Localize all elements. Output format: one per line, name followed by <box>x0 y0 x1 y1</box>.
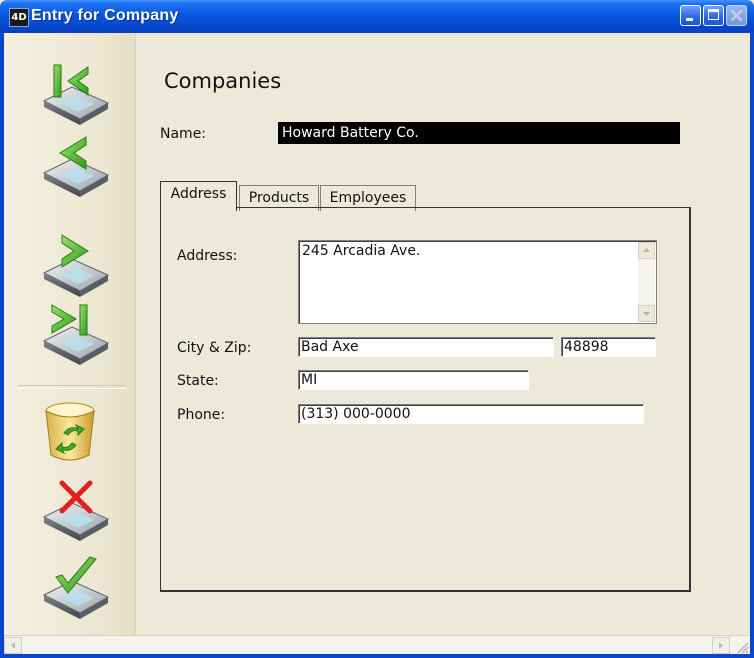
previous-record-icon <box>42 136 110 197</box>
horizontal-scrollbar[interactable] <box>4 635 750 655</box>
scroll-right-button[interactable] <box>712 637 730 654</box>
accept-check-icon <box>42 556 110 619</box>
scroll-right-icon <box>719 642 723 649</box>
window-title: Entry for Company <box>31 7 179 24</box>
name-field[interactable]: Howard Battery Co. <box>278 122 680 144</box>
city-field[interactable]: Bad Axe <box>298 337 554 357</box>
state-label: State: <box>177 373 219 389</box>
minimize-icon <box>686 18 693 21</box>
next-record-icon <box>42 234 110 297</box>
page-title: Companies <box>164 69 282 93</box>
cancel-x-icon <box>42 480 110 541</box>
phone-label: Phone: <box>177 407 226 423</box>
window-frame-right <box>750 33 754 658</box>
address-label: Address: <box>177 248 238 264</box>
close-button[interactable] <box>726 5 747 26</box>
maximize-button[interactable] <box>703 5 724 26</box>
last-record-button[interactable] <box>38 301 118 367</box>
next-record-button[interactable] <box>38 233 118 299</box>
title-bar[interactable]: 4D Entry for Company <box>0 0 754 33</box>
close-icon <box>730 9 743 22</box>
scroll-left-icon <box>11 642 15 649</box>
scroll-down-icon <box>643 312 650 316</box>
previous-record-button[interactable] <box>38 133 118 199</box>
last-record-icon <box>42 304 110 365</box>
zip-field[interactable]: 48898 <box>561 337 656 357</box>
delete-record-button[interactable] <box>38 399 118 465</box>
scroll-up-button[interactable] <box>638 242 655 259</box>
record-toolbar <box>4 33 136 635</box>
first-record-button[interactable] <box>38 61 118 127</box>
minimize-button[interactable] <box>680 5 701 26</box>
trash-refresh-icon <box>45 402 95 461</box>
toolbar-separator <box>18 385 126 389</box>
address-text: 245 Arcadia Ave. <box>302 243 421 259</box>
tab-address[interactable]: Address <box>160 181 237 211</box>
cancel-button[interactable] <box>38 477 118 543</box>
address-scrollbar[interactable] <box>638 242 655 322</box>
name-label: Name: <box>160 126 207 142</box>
resize-grip-icon[interactable] <box>732 637 750 655</box>
scroll-up-icon <box>643 248 650 252</box>
address-textarea[interactable]: 245 Arcadia Ave. <box>298 240 657 324</box>
app-icon: 4D <box>9 8 29 27</box>
city-zip-label: City & Zip: <box>177 340 252 356</box>
maximize-icon <box>708 9 719 20</box>
scroll-left-button[interactable] <box>4 637 22 654</box>
phone-field[interactable]: (313) 000-0000 <box>298 404 644 424</box>
first-record-icon <box>42 64 110 125</box>
window-frame-bottom <box>0 654 754 658</box>
form-area: Companies Name: Howard Battery Co. Addre… <box>136 33 750 635</box>
accept-button[interactable] <box>38 555 118 621</box>
scroll-down-button[interactable] <box>638 305 655 322</box>
state-field[interactable]: MI <box>298 370 529 390</box>
